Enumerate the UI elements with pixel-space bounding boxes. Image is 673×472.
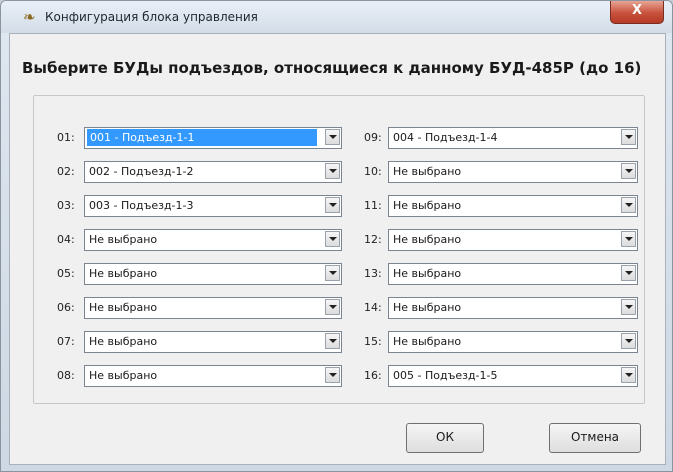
combo-value: 002 - Подъезд-1-2 [89,165,194,178]
chevron-down-icon[interactable] [621,231,636,247]
app-icon: ❧ [23,8,36,26]
slot-number: 13: [364,267,382,280]
combo-value: Не выбрано [89,335,158,348]
slot-number: 14: [364,301,382,314]
slot-combo-09[interactable]: 004 - Подъезд-1-4 [388,127,638,149]
chevron-down-icon[interactable] [325,129,340,145]
slot-number: 01: [57,131,75,144]
window-title: Конфигурация блока управления [45,10,258,24]
ok-button[interactable]: ОК [406,423,484,453]
combo-value: Не выбрано [393,165,462,178]
slot-number: 11: [364,199,382,212]
slot-row-13: 13: Не выбрано [364,263,639,285]
instruction-heading: Выберите БУДы подъездов, относящиеся к д… [22,59,642,77]
slot-combo-14[interactable]: Не выбрано [388,297,638,319]
chevron-down-icon[interactable] [621,197,636,213]
slot-number: 07: [57,335,75,348]
slot-combo-02[interactable]: 002 - Подъезд-1-2 [84,161,342,183]
slot-combo-01[interactable]: 001 - Подъезд-1-1 [84,127,342,149]
chevron-down-icon[interactable] [621,299,636,315]
dialog-window: ❧ Конфигурация блока управления X Выбери… [0,0,673,472]
cancel-button[interactable]: Отмена [549,423,641,453]
chevron-down-icon[interactable] [621,163,636,179]
slot-row-07: 07: Не выбрано [57,331,347,353]
slot-row-09: 09: 004 - Подъезд-1-4 [364,127,639,149]
chevron-down-icon[interactable] [621,265,636,281]
combo-value: Не выбрано [393,335,462,348]
slot-number: 03: [57,199,75,212]
combo-value: Не выбрано [89,301,158,314]
slot-number: 16: [364,369,382,382]
chevron-down-icon[interactable] [621,367,636,383]
chevron-down-icon[interactable] [325,197,340,213]
slot-number: 04: [57,233,75,246]
chevron-down-icon[interactable] [621,333,636,349]
slot-number: 10: [364,165,382,178]
chevron-down-icon[interactable] [325,231,340,247]
slot-combo-12[interactable]: Не выбрано [388,229,638,251]
slot-row-01: 01: 001 - Подъезд-1-1 [57,127,347,149]
chevron-down-icon[interactable] [325,163,340,179]
slot-row-02: 02: 002 - Подъезд-1-2 [57,161,347,183]
combo-value: Не выбрано [393,233,462,246]
close-button[interactable]: X [610,1,664,24]
title-bar[interactable]: ❧ Конфигурация блока управления X [1,1,672,33]
dialog-client-area: Выберите БУДы подъездов, относящиеся к д… [9,33,666,465]
slot-combo-03[interactable]: 003 - Подъезд-1-3 [84,195,342,217]
slot-combo-07[interactable]: Не выбрано [84,331,342,353]
slot-row-15: 15: Не выбрано [364,331,639,353]
slot-row-10: 10: Не выбрано [364,161,639,183]
slot-combo-10[interactable]: Не выбрано [388,161,638,183]
chevron-down-icon[interactable] [325,333,340,349]
chevron-down-icon[interactable] [325,265,340,281]
combo-value: Не выбрано [393,199,462,212]
slot-row-06: 06: Не выбрано [57,297,347,319]
slot-row-08: 08: Не выбрано [57,365,347,387]
slot-row-11: 11: Не выбрано [364,195,639,217]
slot-row-12: 12: Не выбрано [364,229,639,251]
slot-row-03: 03: 003 - Подъезд-1-3 [57,195,347,217]
slot-combo-05[interactable]: Не выбрано [84,263,342,285]
chevron-down-icon[interactable] [325,299,340,315]
slot-combo-11[interactable]: Не выбрано [388,195,638,217]
combo-value: 003 - Подъезд-1-3 [89,199,194,212]
slot-number: 12: [364,233,382,246]
slot-number: 06: [57,301,75,314]
combo-value: Не выбрано [393,301,462,314]
slot-combo-15[interactable]: Не выбрано [388,331,638,353]
slot-number: 08: [57,369,75,382]
chevron-down-icon[interactable] [621,129,636,145]
combo-value: 005 - Подъезд-1-5 [393,369,498,382]
slot-row-16: 16: 005 - Подъезд-1-5 [364,365,639,387]
slot-number: 02: [57,165,75,178]
combo-value: Не выбрано [89,267,158,280]
slot-number: 15: [364,335,382,348]
slot-row-05: 05: Не выбрано [57,263,347,285]
slot-combo-13[interactable]: Не выбрано [388,263,638,285]
slot-number: 05: [57,267,75,280]
combo-value: Не выбрано [89,233,158,246]
combo-value: Не выбрано [393,267,462,280]
slot-combo-16[interactable]: 005 - Подъезд-1-5 [388,365,638,387]
slot-row-04: 04: Не выбрано [57,229,347,251]
slot-row-14: 14: Не выбрано [364,297,639,319]
slot-combo-08[interactable]: Не выбрано [84,365,342,387]
combo-value: 004 - Подъезд-1-4 [393,131,498,144]
chevron-down-icon[interactable] [325,367,340,383]
budy-group-box: 01: 001 - Подъезд-1-1 02: 002 - Подъезд-… [33,95,645,404]
slot-combo-04[interactable]: Не выбрано [84,229,342,251]
slot-combo-06[interactable]: Не выбрано [84,297,342,319]
combo-value: 001 - Подъезд-1-1 [87,129,317,146]
combo-value: Не выбрано [89,369,158,382]
slot-number: 09: [364,131,382,144]
